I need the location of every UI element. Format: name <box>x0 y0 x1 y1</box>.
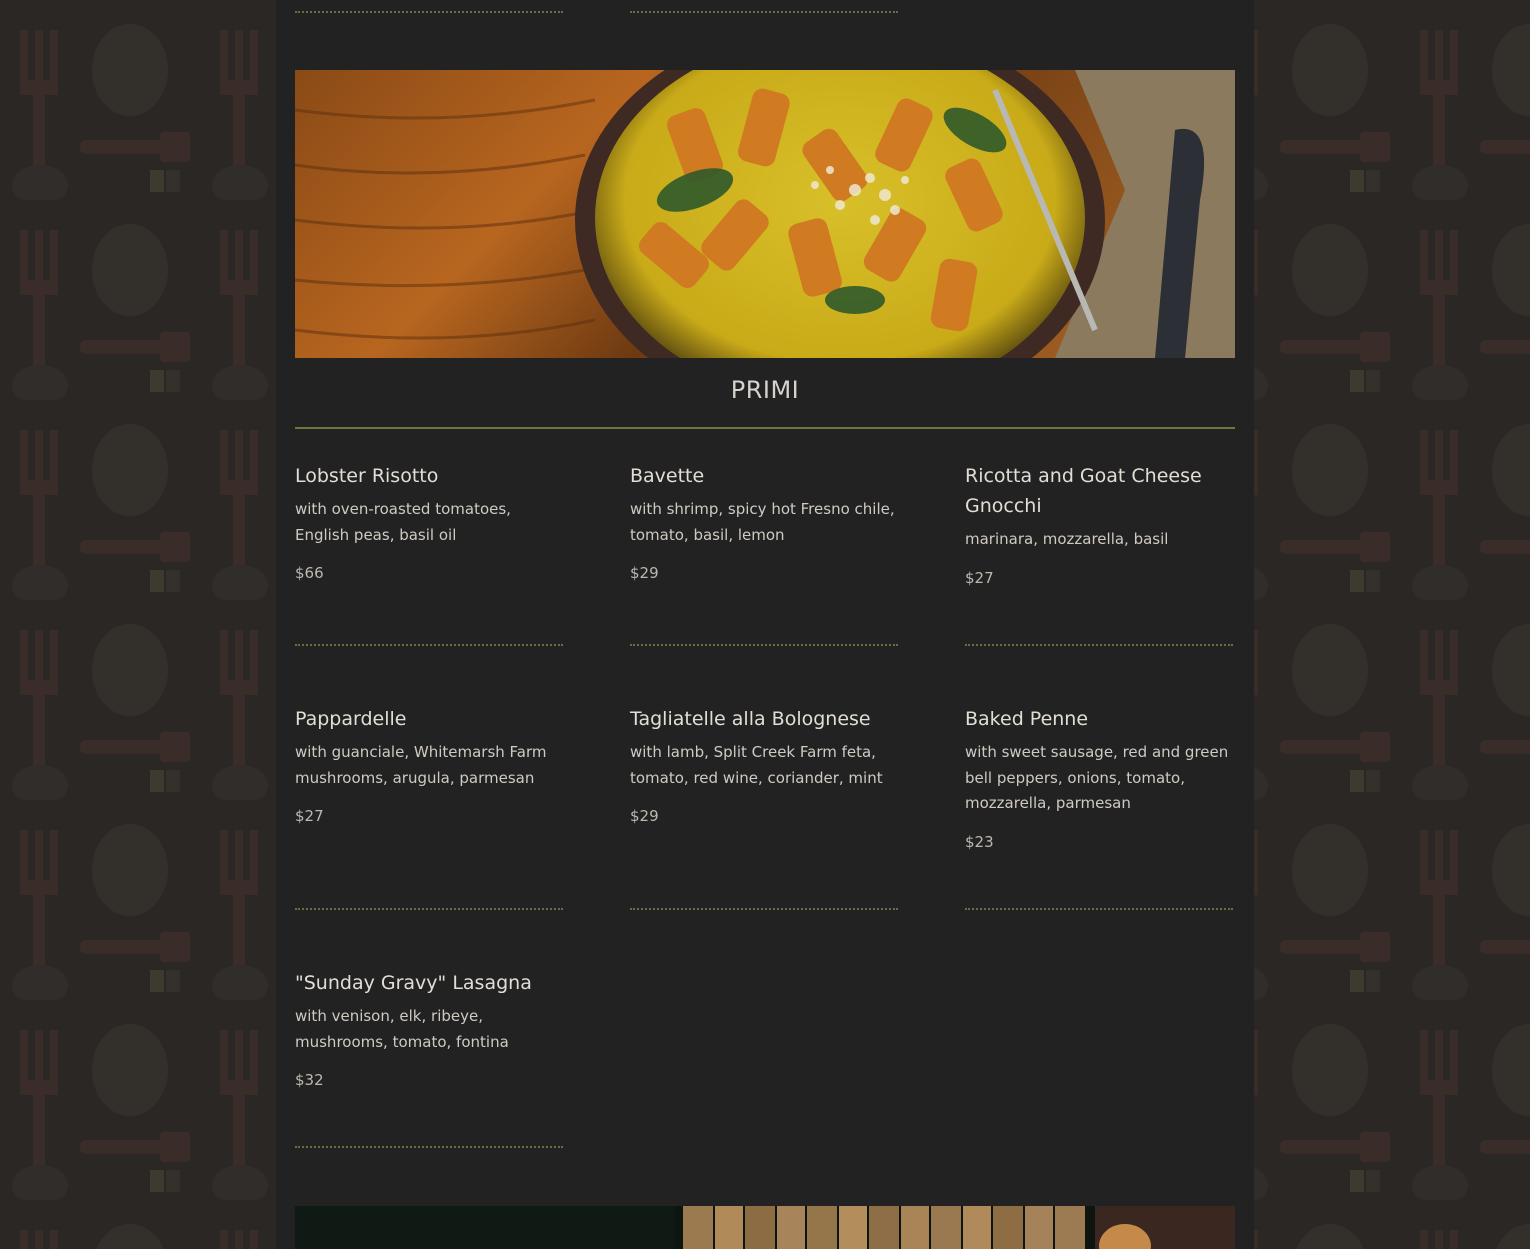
menu-item: Lobster Risotto with oven-roasted tomato… <box>295 461 565 583</box>
menu-item-name: Tagliatelle alla Bolognese <box>630 708 871 730</box>
menu-item-name: Bavette <box>630 465 705 487</box>
menu-item-price: $27 <box>965 568 994 587</box>
section-title: PRIMI <box>730 376 800 404</box>
restaurant-interior-image <box>295 1206 1235 1249</box>
menu-item-description: with shrimp, spicy hot Fresno chile, tom… <box>630 500 895 544</box>
menu-item: Baked Penne with sweet sausage, red and … <box>965 704 1235 852</box>
menu-item-description: with sweet sausage, red and green bell p… <box>965 743 1229 812</box>
dotted-separator <box>630 908 898 910</box>
menu-item-name: Baked Penne <box>965 708 1089 730</box>
menu-item-name: Ricotta and Goat Cheese Gnocchi <box>965 465 1202 517</box>
dotted-separator <box>295 644 563 646</box>
menu-item-price: $66 <box>295 564 324 582</box>
dotted-separator <box>295 908 563 910</box>
menu-item-price: $29 <box>630 564 659 582</box>
menu-item: Tagliatelle alla Bolognese with lamb, Sp… <box>630 704 900 826</box>
menu-item-description: with guanciale, Whitemarsh Farm mushroom… <box>295 743 547 787</box>
menu-item-price: $27 <box>295 807 324 825</box>
menu-item-name: "Sunday Gravy" Lasagna <box>295 972 532 994</box>
menu-item-name: Lobster Risotto <box>295 465 439 487</box>
section-divider <box>295 427 1235 429</box>
menu-item: Ricotta and Goat Cheese Gnocchi marinara… <box>965 461 1235 588</box>
dotted-separator <box>295 1146 563 1148</box>
menu-item-description: with venison, elk, ribeye, mushrooms, to… <box>295 1007 509 1051</box>
menu-item-price: $29 <box>630 807 659 825</box>
menu-item-description: marinara, mozzarella, basil <box>965 530 1169 548</box>
menu-item: Pappardelle with guanciale, Whitemarsh F… <box>295 704 565 826</box>
menu-item-description: with oven-roasted tomatoes, English peas… <box>295 500 511 544</box>
menu-item-price: $32 <box>295 1071 324 1089</box>
dotted-separator <box>965 644 1233 646</box>
bottom-image <box>295 1206 1235 1249</box>
menu-item: Bavette with shrimp, spicy hot Fresno ch… <box>630 461 900 583</box>
menu-item-name: Pappardelle <box>295 708 407 730</box>
pasta-dish-image <box>295 70 1235 358</box>
menu-item: "Sunday Gravy" Lasagna with venison, elk… <box>295 968 565 1090</box>
menu-item-price: $23 <box>965 832 994 851</box>
dotted-separator <box>295 11 563 13</box>
dotted-separator <box>965 908 1233 910</box>
menu-item-description: with lamb, Split Creek Farm feta, tomato… <box>630 743 883 787</box>
dotted-separator <box>630 644 898 646</box>
hero-image <box>295 70 1235 358</box>
dotted-separator <box>630 11 898 13</box>
